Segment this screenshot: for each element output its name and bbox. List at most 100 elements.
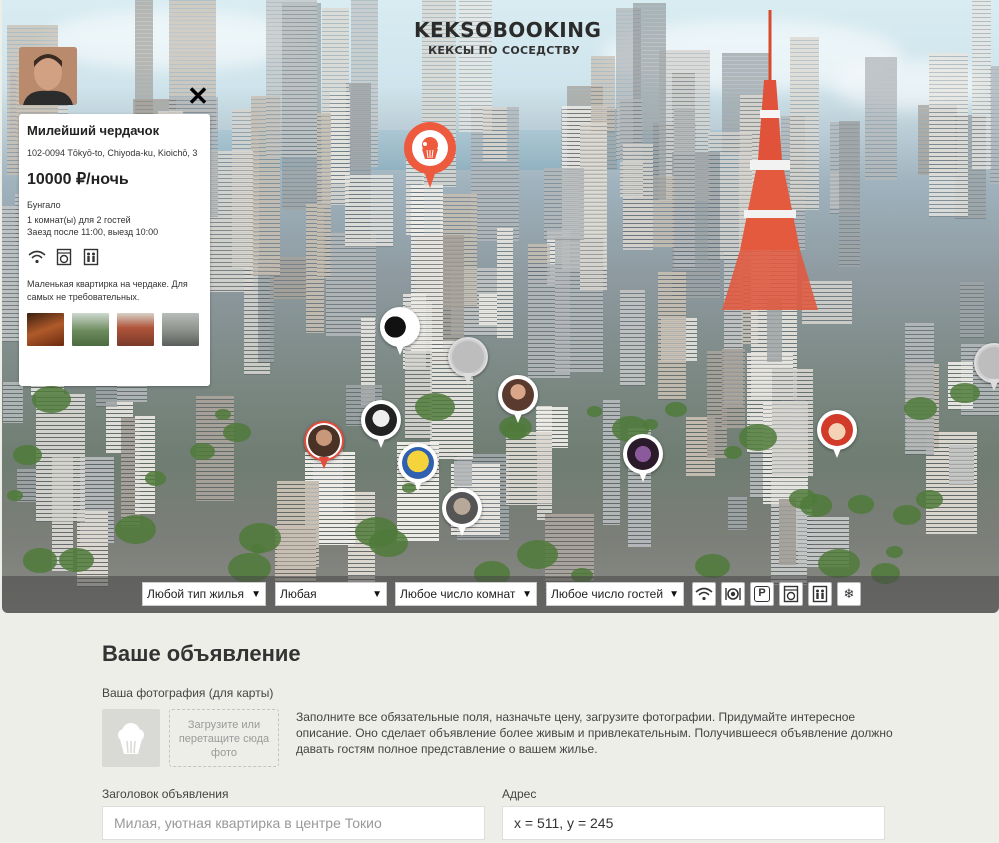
- price-select[interactable]: Любая ▼: [275, 582, 387, 606]
- tree: [6, 489, 24, 502]
- cupcake-icon: [118, 723, 144, 754]
- tree: [144, 470, 167, 486]
- form-heading: Ваше объявление: [102, 641, 301, 666]
- conditioner-icon: ❄: [843, 586, 855, 601]
- filter-parking[interactable]: P: [750, 582, 774, 606]
- rooms-value: Любое число комнат: [400, 587, 516, 601]
- card-features: [27, 247, 202, 267]
- map-pin[interactable]: [380, 307, 420, 359]
- map-pin[interactable]: [442, 488, 482, 540]
- wifi-icon: [695, 587, 713, 601]
- main-pin[interactable]: [404, 122, 456, 192]
- elevator-icon: [81, 247, 101, 267]
- avatar: [627, 438, 659, 470]
- tree: [818, 548, 861, 579]
- tree: [664, 402, 687, 418]
- tree: [354, 517, 398, 548]
- building: [839, 121, 861, 268]
- avatar: [308, 425, 340, 457]
- filter-wifi[interactable]: [692, 582, 716, 606]
- cupcake-icon: [978, 347, 999, 379]
- building: [949, 444, 975, 486]
- wifi-icon: [27, 247, 47, 267]
- card-time: Заезд после 11:00, выезд 10:00: [27, 227, 159, 237]
- building: [928, 52, 969, 217]
- card-address: 102-0094 Tōkyō-to, Chiyoda-ku, Kioichō, …: [27, 148, 198, 158]
- card-photos: [27, 313, 202, 346]
- card-photo[interactable]: [162, 313, 199, 346]
- building: [543, 167, 584, 241]
- tree: [695, 554, 730, 579]
- guests-select[interactable]: Любое число гостей ▼: [546, 582, 684, 606]
- filter-washer[interactable]: [779, 582, 803, 606]
- building: [771, 368, 813, 477]
- rooms-select[interactable]: Любое число комнат ▼: [395, 582, 537, 606]
- map-pin[interactable]: [361, 400, 401, 452]
- cupcake-icon: [412, 130, 448, 166]
- building: [971, 0, 992, 169]
- close-icon[interactable]: ✕: [186, 83, 210, 109]
- logo-subtitle: КЕКСЫ ПО СОСЕДСТВУ: [428, 44, 580, 57]
- building: [483, 107, 507, 162]
- tree: [586, 406, 602, 417]
- photo-label: Ваша фотография (для карты): [102, 686, 274, 700]
- avatar: [19, 47, 77, 105]
- address-label: Адрес: [502, 787, 537, 801]
- tree: [723, 446, 742, 459]
- map-pin[interactable]: [817, 410, 857, 462]
- building: [905, 323, 934, 455]
- building: [674, 107, 695, 270]
- dishwasher-icon: [725, 588, 741, 600]
- card-type: Бунгало: [27, 200, 61, 210]
- filter-elevator[interactable]: [808, 582, 832, 606]
- map-pin[interactable]: [974, 343, 999, 395]
- address-input[interactable]: x = 511, y = 245: [502, 806, 885, 840]
- map-pin[interactable]: [498, 375, 538, 427]
- tree: [847, 495, 875, 515]
- building: [619, 162, 644, 197]
- chevron-down-icon: ▼: [669, 588, 679, 600]
- card-capacity: 1 комнат(ы) для 2 гостей: [27, 215, 131, 225]
- map-pin-active[interactable]: [304, 421, 344, 473]
- card-photo[interactable]: [27, 313, 64, 346]
- guests-value: Любое число гостей: [551, 587, 664, 601]
- map-pin[interactable]: [398, 443, 438, 495]
- building: [478, 293, 497, 325]
- map-pin[interactable]: [623, 434, 663, 486]
- card-title: Милейший чердачок: [27, 123, 160, 138]
- avatar: [365, 404, 397, 436]
- title-input[interactable]: Милая, уютная квартирка в центре Токио: [102, 806, 485, 840]
- tree: [414, 392, 456, 421]
- photo-drop-zone[interactable]: Загрузите или перетащите сюда фото: [169, 709, 279, 767]
- building: [722, 348, 746, 428]
- housing-type-select[interactable]: Любой тип жилья ▼: [142, 582, 266, 606]
- building: [619, 290, 645, 386]
- avatar: [402, 447, 434, 479]
- card-photo[interactable]: [117, 313, 154, 346]
- yin-yang-icon: [384, 311, 416, 343]
- logo[interactable]: KEKSOBOOKING КЕКСЫ ПО СОСЕДСТВУ: [414, 18, 602, 57]
- card-price: 10000 ₽/ночь: [27, 171, 129, 188]
- tree: [893, 505, 921, 525]
- offer-card: Милейший чердачок 102-0094 Tōkyō-to, Chi…: [19, 114, 210, 386]
- washer-icon: [783, 585, 799, 603]
- map-pin[interactable]: [448, 337, 488, 389]
- building: [316, 113, 331, 278]
- building: [330, 91, 350, 183]
- building: [580, 122, 608, 290]
- building: [865, 57, 897, 181]
- building: [959, 281, 984, 338]
- filter-dishwasher[interactable]: [721, 582, 745, 606]
- building: [345, 175, 394, 247]
- filter-conditioner[interactable]: ❄: [837, 582, 861, 606]
- form-hint: Заполните все обязательные поля, назначь…: [296, 710, 893, 756]
- building: [135, 415, 156, 514]
- building: [990, 66, 999, 184]
- building: [658, 272, 686, 401]
- logo-title: KEKSOBOOKING: [414, 18, 602, 42]
- card-photo[interactable]: [72, 313, 109, 346]
- tree: [22, 548, 58, 573]
- tree: [642, 419, 659, 431]
- building: [591, 56, 616, 132]
- tree: [59, 547, 94, 572]
